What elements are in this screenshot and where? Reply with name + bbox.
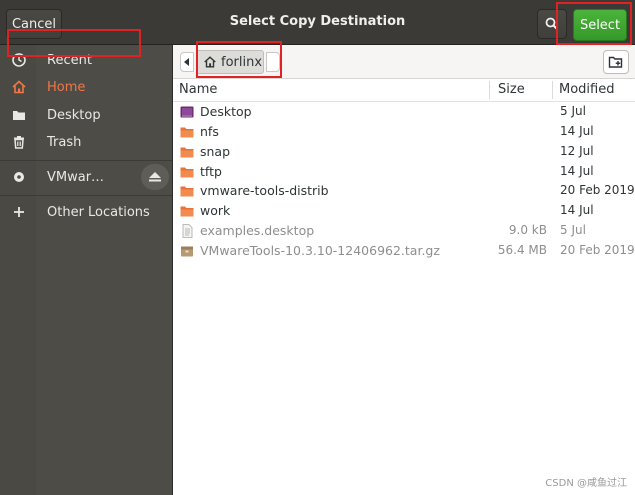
file-size: 9.0 kB xyxy=(508,223,547,237)
folder-icon xyxy=(180,147,194,158)
file-modified: 14 Jul xyxy=(560,164,594,178)
table-row[interactable]: Desktop 5 Jul xyxy=(173,102,635,122)
file-name: vmware-tools-distrib xyxy=(200,183,329,198)
table-row[interactable]: nfs 14 Jul xyxy=(173,122,635,142)
arrow-left-icon xyxy=(184,58,189,66)
disc-icon xyxy=(14,172,24,182)
eject-button[interactable] xyxy=(141,164,169,190)
path-bar: forlinx xyxy=(173,45,635,79)
window-caption: tools xyxy=(34,0,58,2)
file-modified: 12 Jul xyxy=(560,144,594,158)
file-name: snap xyxy=(200,144,231,159)
file-name: VMwareTools-10.3.10-12406962.tar.gz xyxy=(200,243,440,258)
path-scroll-right-button[interactable] xyxy=(266,52,280,72)
watermark: CSDN @咸鱼过江 xyxy=(545,478,627,489)
sidebar-separator xyxy=(0,160,172,161)
sidebar-item-label: Recent xyxy=(47,52,92,68)
column-headers: Name Size Modified xyxy=(173,79,635,102)
sidebar-item-trash[interactable]: Trash xyxy=(0,129,172,155)
column-header-modified[interactable]: Modified xyxy=(559,82,614,97)
column-header-size[interactable]: Size xyxy=(498,82,525,97)
table-row[interactable]: work 14 Jul xyxy=(173,201,635,221)
header-bar: tools Cancel Select Copy Destination Sel… xyxy=(0,0,635,45)
file-modified: 14 Jul xyxy=(560,124,594,138)
folder-icon xyxy=(13,111,25,120)
folder-icon xyxy=(180,167,194,178)
sidebar-item-label: Other Locations xyxy=(47,204,150,220)
sidebar-item-recent[interactable]: Recent xyxy=(0,47,172,73)
new-folder-icon xyxy=(608,56,623,68)
file-modified: 5 Jul xyxy=(560,223,586,237)
new-folder-button[interactable] xyxy=(603,50,629,74)
desktop-folder-icon xyxy=(180,106,194,118)
text-file-icon xyxy=(182,224,193,238)
file-name: examples.desktop xyxy=(200,223,315,238)
table-row[interactable]: snap 12 Jul xyxy=(173,142,635,162)
table-row[interactable]: vmware-tools-distrib 20 Feb 2019 xyxy=(173,181,635,201)
file-modified: 20 Feb 2019 xyxy=(560,243,635,257)
file-modified: 14 Jul xyxy=(560,203,594,217)
home-icon xyxy=(204,56,216,68)
file-list: Name Size Modified Desktop 5 Jul nfs 14 … xyxy=(173,79,635,495)
path-scroll-left-button[interactable] xyxy=(180,52,194,72)
table-row[interactable]: VMwareTools-10.3.10-12406962.tar.gz 56.4… xyxy=(173,241,635,261)
path-crumb-forlinx[interactable]: forlinx xyxy=(196,50,264,74)
folder-icon xyxy=(180,206,194,217)
table-row[interactable]: tftp 14 Jul xyxy=(173,162,635,182)
sidebar-item-label: Trash xyxy=(47,134,82,150)
archive-icon xyxy=(181,246,193,257)
places-sidebar: Recent Home Desktop Trash VMwar… Other L… xyxy=(0,45,173,495)
sidebar-item-label: Home xyxy=(47,79,86,95)
plus-icon xyxy=(14,207,24,217)
column-divider xyxy=(489,81,490,99)
file-modified: 20 Feb 2019 xyxy=(560,183,635,197)
folder-icon xyxy=(180,127,194,138)
path-crumb-label: forlinx xyxy=(221,54,263,70)
file-name: Desktop xyxy=(200,104,252,119)
table-row[interactable]: examples.desktop 9.0 kB 5 Jul xyxy=(173,221,635,241)
sidebar-separator xyxy=(0,195,172,196)
file-size: 56.4 MB xyxy=(497,243,547,257)
sidebar-item-other-locations[interactable]: Other Locations xyxy=(0,199,172,225)
search-button[interactable] xyxy=(537,9,567,39)
sidebar-item-label: Desktop xyxy=(47,107,101,123)
folder-icon xyxy=(180,186,194,197)
eject-icon xyxy=(149,172,161,182)
column-divider xyxy=(552,81,553,99)
sidebar-item-desktop[interactable]: Desktop xyxy=(0,102,172,128)
file-name: tftp xyxy=(200,164,222,179)
file-name: work xyxy=(200,203,231,218)
sidebar-item-label: VMwar… xyxy=(47,169,105,185)
column-header-name[interactable]: Name xyxy=(179,82,217,97)
select-button[interactable]: Select xyxy=(573,9,627,41)
file-modified: 5 Jul xyxy=(560,104,586,118)
clock-icon xyxy=(12,53,26,67)
file-chooser-dialog: tools Cancel Select Copy Destination Sel… xyxy=(0,0,635,495)
trash-icon xyxy=(14,136,24,149)
home-icon xyxy=(12,80,26,94)
sidebar-item-home[interactable]: Home xyxy=(0,74,172,100)
file-name: nfs xyxy=(200,124,219,139)
search-icon xyxy=(545,17,559,31)
